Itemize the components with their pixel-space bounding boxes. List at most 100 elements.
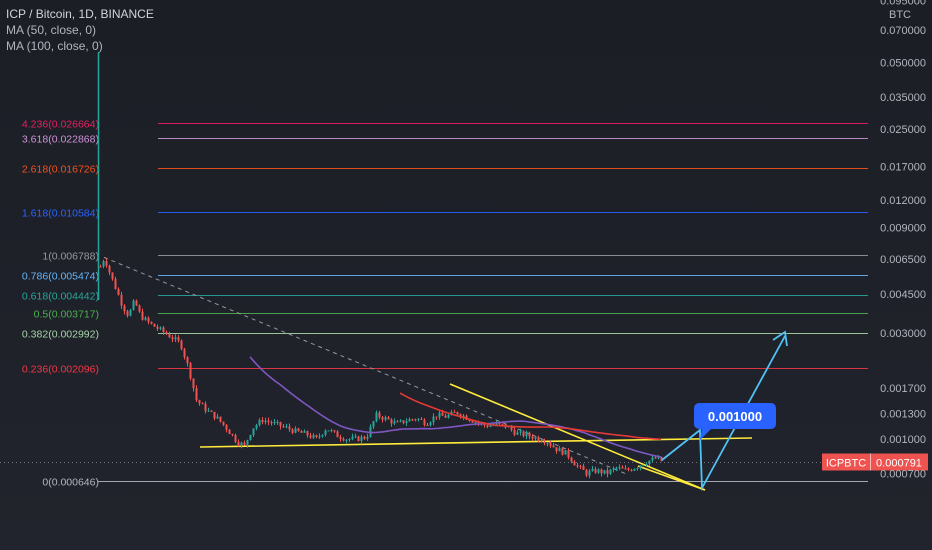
candle-body	[333, 430, 336, 432]
price-chart[interactable]: 4.236(0.026664) 3.618(0.022868) 2.618(0.01…	[0, 0, 932, 550]
candle-body	[441, 412, 444, 416]
candle-body	[102, 261, 105, 267]
candle-body	[393, 421, 396, 424]
candle-body	[105, 261, 108, 266]
candle-body	[318, 436, 321, 438]
candle-body	[531, 436, 534, 439]
price-axis-label: 0.017000	[880, 161, 926, 173]
candle-body	[585, 469, 588, 476]
candle-body	[255, 425, 258, 429]
candle-body	[231, 434, 234, 436]
candle-body	[552, 445, 555, 448]
candle-body	[639, 465, 642, 469]
fib-level-label: 0.5(0.003717)	[34, 309, 99, 321]
candle-body	[534, 437, 537, 439]
candle-body	[216, 416, 219, 419]
candle-body	[567, 450, 570, 458]
candle-body	[357, 436, 360, 441]
candle-body	[297, 428, 300, 432]
candle-body	[408, 419, 411, 422]
ma100-legend: MA (100, close, 0)	[6, 39, 103, 53]
candle-body	[582, 465, 585, 470]
candle-body	[378, 412, 381, 418]
candle-body	[444, 415, 447, 418]
candle-body	[225, 424, 228, 430]
candle-body	[627, 468, 630, 470]
candle-body	[615, 467, 618, 469]
candle-body	[300, 431, 303, 433]
candle-body	[486, 425, 489, 427]
candle-body	[138, 305, 141, 312]
candle-body	[630, 469, 633, 471]
candle-body	[360, 436, 363, 441]
candle-body	[117, 289, 120, 295]
candle-body	[612, 468, 615, 470]
candle-body	[609, 469, 612, 474]
candle-body	[210, 410, 213, 412]
candle-body	[501, 423, 504, 425]
candle-body	[558, 448, 561, 452]
candle-body	[342, 438, 345, 441]
candle-body	[411, 419, 414, 421]
candle-body	[294, 428, 297, 433]
candle-body	[312, 435, 315, 438]
candle-body	[135, 300, 138, 306]
candle-body	[384, 417, 387, 420]
candle-body	[165, 332, 168, 335]
candle-body	[264, 420, 267, 423]
price-axis-label: 0.012000	[880, 195, 926, 207]
candle-body	[330, 430, 333, 432]
candle-body	[555, 447, 558, 452]
candle-body	[339, 437, 342, 439]
candle-body	[366, 436, 369, 439]
candle-body	[321, 434, 324, 437]
candle-body	[285, 426, 288, 428]
candle-body	[540, 440, 543, 442]
candle-body	[621, 467, 624, 469]
candle-body	[399, 420, 402, 422]
fib-level-label: 1.618(0.010584)	[22, 208, 99, 220]
candle-body	[174, 337, 177, 340]
candle-body	[429, 422, 432, 426]
candle-body	[420, 418, 423, 420]
candle-body	[303, 431, 306, 433]
candle-body	[222, 421, 225, 425]
candle-body	[447, 415, 450, 418]
candle-body	[183, 349, 186, 358]
candle-body	[438, 412, 441, 418]
candle-body	[126, 311, 129, 316]
price-axis-label: 0.006500	[880, 254, 926, 266]
candle-body	[651, 457, 654, 461]
candle-body	[153, 323, 156, 327]
candle-body	[654, 457, 657, 459]
candle-body	[471, 420, 474, 423]
fib-level-label: 0(0.000646)	[42, 477, 99, 489]
candle-body	[279, 421, 282, 427]
candle-body	[180, 340, 183, 350]
fib-level-label: 0.786(0.005474)	[22, 271, 99, 283]
candle-body	[150, 321, 153, 324]
candle-body	[237, 441, 240, 446]
candle-body	[201, 403, 204, 405]
candle-body	[603, 470, 606, 474]
candle-body	[315, 435, 318, 438]
candle-body	[525, 432, 528, 437]
candle-body	[282, 426, 285, 428]
candle-body	[132, 300, 135, 310]
candle-body	[99, 266, 102, 268]
candle-body	[423, 419, 426, 426]
candle-body	[186, 357, 189, 364]
candle-body	[309, 435, 312, 438]
candle-body	[177, 337, 180, 341]
candle-body	[573, 461, 576, 466]
candle-body	[546, 443, 549, 445]
candle-body	[147, 317, 150, 322]
candle-body	[129, 309, 132, 316]
fib-level-label: 0.618(0.004442)	[22, 291, 99, 303]
candle-body	[234, 435, 237, 442]
candle-body	[381, 417, 384, 420]
candle-body	[207, 410, 210, 412]
candle-body	[588, 470, 591, 476]
candle-body	[351, 436, 354, 439]
candle-body	[345, 439, 348, 441]
